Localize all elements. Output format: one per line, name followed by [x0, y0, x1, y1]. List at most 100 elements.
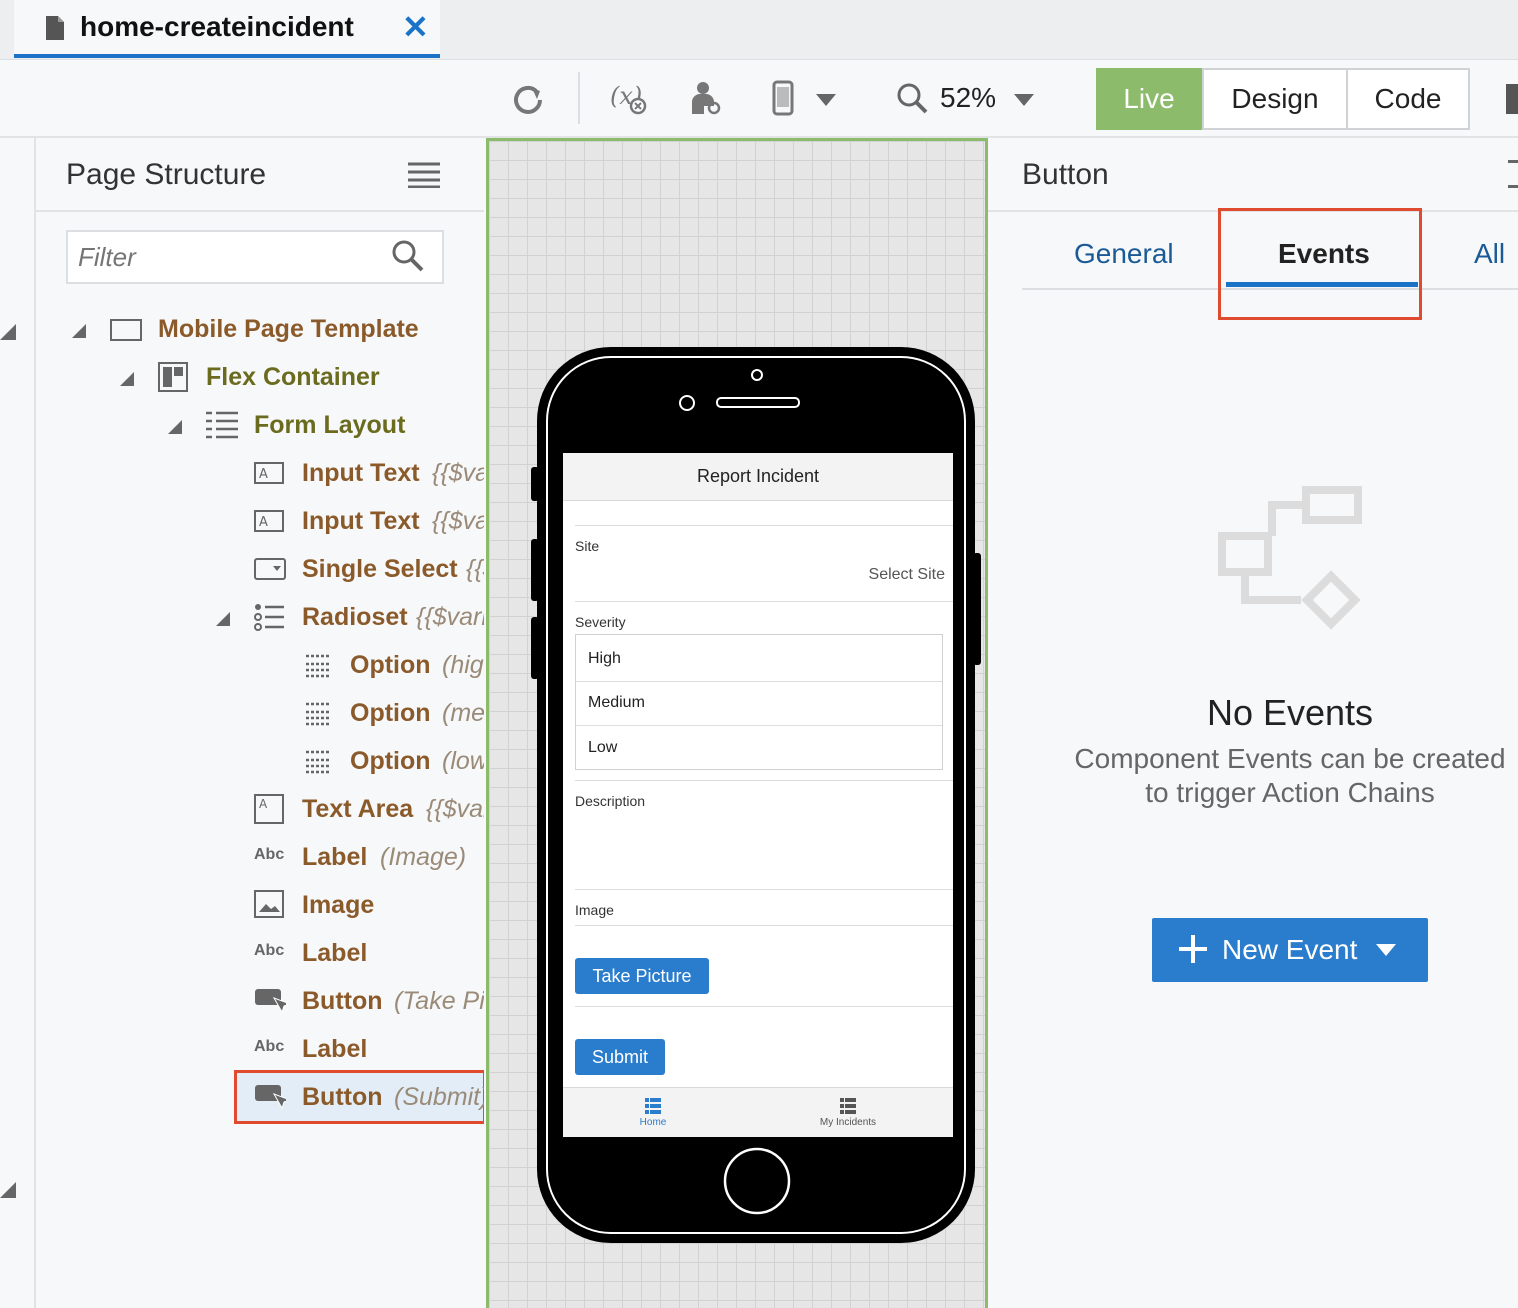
option-icon: [306, 654, 330, 678]
collapse-arrow-icon[interactable]: [0, 1182, 16, 1198]
properties-menu-icon[interactable]: [1508, 160, 1518, 188]
filter-input[interactable]: [78, 240, 378, 274]
panel-toggle-icon[interactable]: [1506, 84, 1518, 114]
option-icon: [306, 702, 330, 726]
input-text-icon: A: [254, 510, 284, 532]
properties-header: Button: [988, 138, 1518, 212]
site-select[interactable]: Select Site: [869, 566, 945, 584]
designer-toolbar: (x) 52% Live Design Code: [0, 60, 1518, 138]
device-dropdown-chevron-icon[interactable]: [816, 94, 836, 106]
radio-option-medium[interactable]: Medium: [588, 694, 645, 712]
tree-node-text-area[interactable]: A Text Area {{$variables: [36, 788, 484, 832]
no-events-title: No Events: [1206, 692, 1374, 733]
button-component-icon: [255, 989, 286, 1014]
radioset-icon: [254, 604, 284, 631]
toolbar-separator: [578, 72, 580, 124]
nav-item-my-incidents[interactable]: My Incidents: [788, 1098, 908, 1128]
image-icon: [254, 890, 284, 918]
radio-option-high[interactable]: High: [588, 650, 621, 668]
tree-node-mobile-page-template[interactable]: Mobile Page Template: [36, 308, 484, 352]
node-sub-label: {{$variables: [416, 603, 484, 631]
radio-option-low[interactable]: Low: [588, 739, 617, 757]
mobile-page-header: Report Incident: [563, 453, 953, 501]
node-label: Label: [302, 843, 368, 871]
live-mode-button[interactable]: Live: [1096, 68, 1202, 130]
divider: [575, 1006, 953, 1007]
button-component-icon: [255, 1085, 286, 1110]
nav-item-home[interactable]: Home: [593, 1098, 713, 1128]
tree-node-form-layout[interactable]: Form Layout: [36, 404, 484, 448]
divider: [576, 681, 942, 682]
document-tab[interactable]: home-createincident ✕: [14, 0, 440, 58]
node-sub-label: {{$variables: [432, 507, 484, 535]
description-label: Description: [575, 793, 646, 809]
form-layout-icon: [206, 411, 238, 439]
node-sub-label: {{$variables: [432, 459, 484, 487]
properties-panel: Button General Events All No Events Comp…: [988, 138, 1518, 1308]
tree-node-label[interactable]: Abc Label (Image): [36, 836, 484, 880]
hamburger-menu-icon[interactable]: [408, 162, 440, 188]
variables-icon[interactable]: (x): [610, 80, 648, 116]
text-area-icon: A: [254, 794, 284, 824]
tree-node-option[interactable]: Option (medium): [36, 692, 484, 736]
code-mode-button[interactable]: Code: [1346, 68, 1470, 130]
description-textarea[interactable]: [575, 815, 943, 887]
expand-triangle-icon[interactable]: [168, 420, 182, 434]
tree-node-image[interactable]: Image: [36, 884, 484, 928]
tree-node-option[interactable]: Option (low): [36, 740, 484, 784]
properties-title: Button: [1022, 158, 1109, 191]
submit-button[interactable]: Submit: [575, 1039, 665, 1075]
tree-node-flex-container[interactable]: Flex Container: [36, 356, 484, 400]
design-mode-button[interactable]: Design: [1202, 68, 1348, 130]
chevron-down-icon: [1376, 944, 1396, 956]
collapse-arrow-icon[interactable]: [0, 324, 16, 340]
node-label: Flex Container: [206, 363, 380, 391]
page-structure-panel: Page Structure Mobile Page Template Flex…: [36, 138, 484, 1308]
zoom-dropdown-chevron-icon[interactable]: [1014, 94, 1034, 106]
tab-general[interactable]: General: [1074, 238, 1174, 270]
tab-all[interactable]: All: [1474, 238, 1505, 270]
mobile-device-icon[interactable]: [772, 80, 794, 116]
events-tab-highlight: [1218, 208, 1422, 320]
option-icon: [306, 750, 330, 774]
input-text-icon: A: [254, 462, 284, 484]
no-events-description: Component Events can be created to trigg…: [988, 742, 1518, 810]
zoom-level[interactable]: 52%: [940, 82, 996, 114]
page-structure-title: Page Structure: [66, 158, 267, 191]
tree-node-label[interactable]: Abc Label: [36, 932, 484, 976]
zoom-search-icon: [897, 83, 928, 114]
node-label: Image: [302, 891, 375, 919]
tree-node-button-selected[interactable]: Button (Submit): [36, 1076, 484, 1120]
tree-node-input-text[interactable]: A Input Text {{$variables: [36, 452, 484, 496]
close-icon[interactable]: ✕: [402, 8, 429, 46]
node-label: Option: [350, 699, 431, 727]
tree-node-option[interactable]: Option (high): [36, 644, 484, 688]
divider: [575, 525, 953, 526]
user-roles-icon[interactable]: [690, 80, 724, 116]
expand-triangle-icon[interactable]: [72, 324, 86, 338]
page-structure-header: Page Structure: [36, 138, 484, 212]
divider: [575, 601, 953, 602]
refresh-icon[interactable]: [512, 84, 548, 116]
new-event-button[interactable]: New Event: [1152, 918, 1428, 982]
node-sub-label: (high): [442, 651, 484, 679]
tree-node-button[interactable]: Button (Take Picture): [36, 980, 484, 1024]
divider: [575, 889, 953, 890]
left-collapsed-panel: [0, 138, 36, 1308]
take-picture-button[interactable]: Take Picture: [575, 958, 709, 994]
node-label: Mobile Page Template: [158, 315, 419, 343]
expand-triangle-icon[interactable]: [120, 372, 134, 386]
search-icon[interactable]: [390, 238, 426, 274]
tree-node-input-text[interactable]: A Input Text {{$variables: [36, 500, 484, 544]
expand-triangle-icon[interactable]: [216, 612, 230, 626]
node-sub-label: {{$variables: [426, 795, 484, 823]
tree-node-label[interactable]: Abc Label: [36, 1028, 484, 1072]
node-label: Option: [350, 651, 431, 679]
design-canvas: Report Incident Site Select Site Severit…: [486, 138, 988, 1308]
label-abc-icon: Abc: [254, 942, 285, 959]
structure-filter: [66, 230, 444, 284]
label-abc-icon: Abc: [254, 846, 285, 863]
tree-node-single-select[interactable]: Single Select {{$variables: [36, 548, 484, 592]
divider: [576, 725, 942, 726]
tree-node-radioset[interactable]: Radioset {{$variables: [36, 596, 484, 640]
